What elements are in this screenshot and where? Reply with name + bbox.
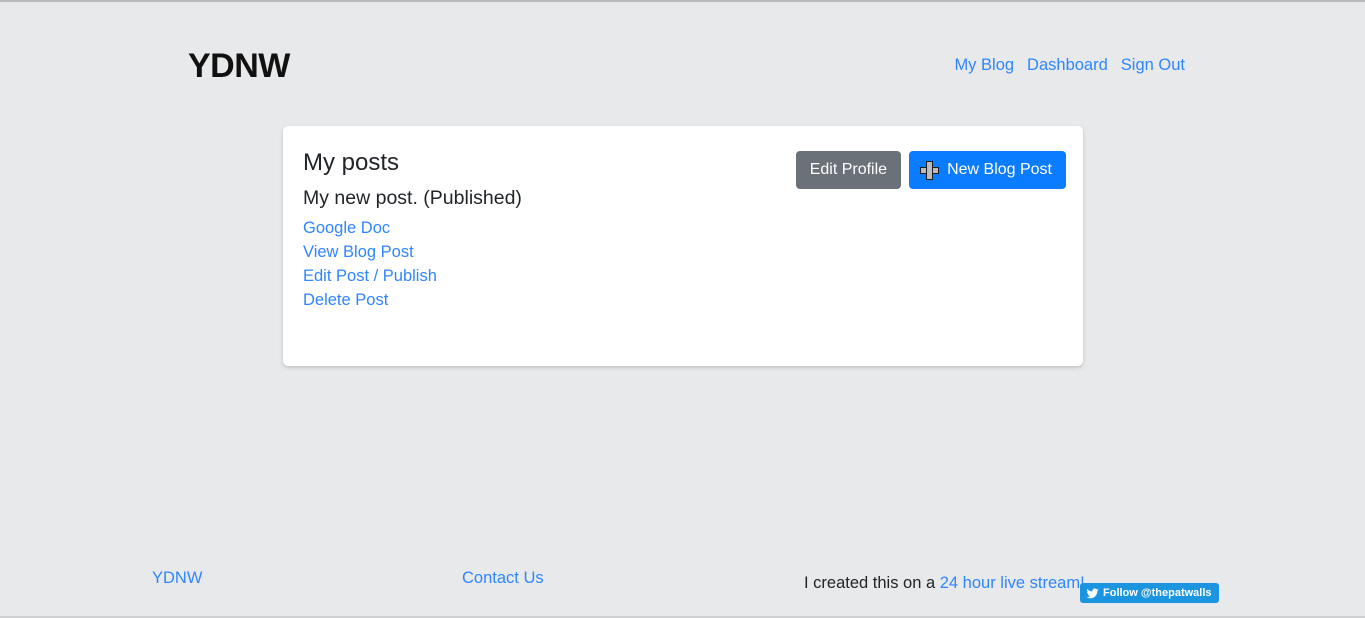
site-brand-logo[interactable]: YDNW xyxy=(188,45,290,87)
twitter-bird-icon xyxy=(1086,587,1099,598)
new-blog-post-label: New Blog Post xyxy=(947,161,1052,178)
nav-link-my-blog[interactable]: My Blog xyxy=(954,55,1014,76)
footer-link-contact-us[interactable]: Contact Us xyxy=(462,568,544,589)
card-action-buttons: Edit Profile New Blog Post xyxy=(795,151,1066,189)
post-title: My new post. (Published) xyxy=(303,187,522,209)
link-delete-post[interactable]: Delete Post xyxy=(303,288,388,312)
twitter-follow-label: Follow @thepatwalls xyxy=(1103,587,1212,599)
site-header: YDNW My Blog Dashboard Sign Out xyxy=(0,2,1365,112)
footer-credit-text: I created this on a 24 hour live stream! xyxy=(804,572,1085,594)
card-body: My posts Edit Profile New Blog Post My n… xyxy=(283,126,1083,366)
footer-link-brand[interactable]: YDNW xyxy=(152,568,202,589)
link-edit-post-publish[interactable]: Edit Post / Publish xyxy=(303,264,437,288)
page-title: My posts xyxy=(303,149,400,176)
twitter-follow-button[interactable]: Follow @thepatwalls xyxy=(1080,583,1219,603)
link-google-doc[interactable]: Google Doc xyxy=(303,216,390,240)
site-footer: YDNW Contact Us I created this on a 24 h… xyxy=(0,546,1365,616)
main-navigation: My Blog Dashboard Sign Out xyxy=(954,55,1185,76)
footer-link-live-stream[interactable]: 24 hour live stream! xyxy=(940,574,1085,592)
edit-profile-button[interactable]: Edit Profile xyxy=(795,151,902,189)
plus-icon xyxy=(920,160,940,180)
post-action-links: Google Doc View Blog Post Edit Post / Pu… xyxy=(303,216,437,312)
footer-credit-prefix: I created this on a xyxy=(804,574,940,592)
new-blog-post-button[interactable]: New Blog Post xyxy=(909,151,1066,189)
link-view-blog-post[interactable]: View Blog Post xyxy=(303,240,414,264)
nav-link-sign-out[interactable]: Sign Out xyxy=(1121,55,1185,76)
nav-link-dashboard[interactable]: Dashboard xyxy=(1027,55,1108,76)
my-posts-card: My posts Edit Profile New Blog Post My n… xyxy=(283,126,1083,366)
